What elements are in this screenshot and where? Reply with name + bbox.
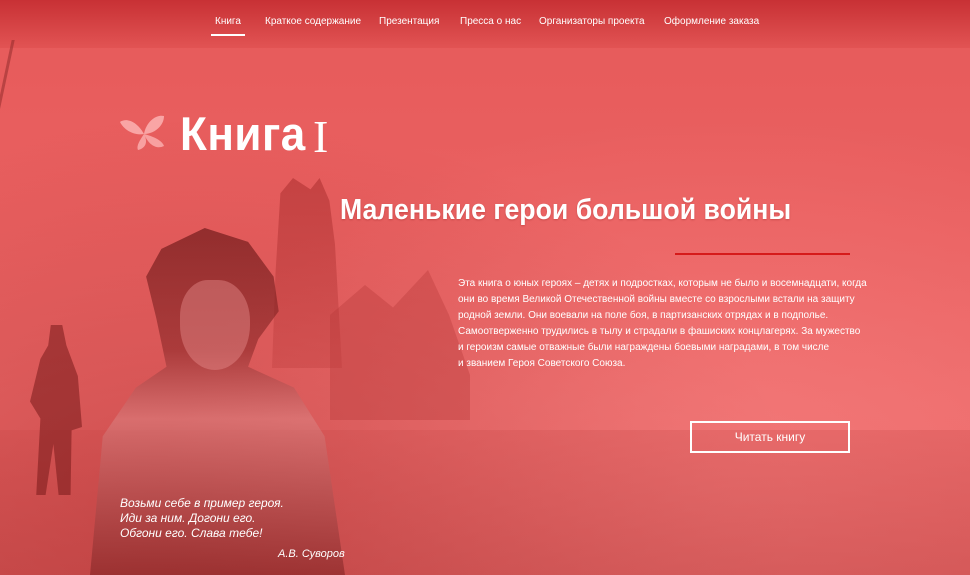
hero-page: Книга Краткое содержание Презентация Пре… [0,0,970,575]
description-line: Самоотверженно трудились в тылу и страда… [458,326,861,337]
read-book-button[interactable]: Читать книгу [690,421,850,453]
background-boy-face [180,280,250,370]
book-subtitle: Маленькие герои большой войны [340,194,792,226]
description-line: и героизм самые отважные были награждены… [458,342,830,353]
nav-item-presentation[interactable]: Презентация [379,16,439,27]
book-description: Эта книга о юных героях – детях и подрос… [458,276,867,372]
quote: Возьми себе в пример героя. Иди за ним. … [120,496,360,541]
accent-divider [675,253,850,255]
quote-line: Иди за ним. Догони его. [120,511,256,525]
description-line: родной земли. Они воевали на поле боя, в… [458,310,829,321]
description-line: и званием Героя Советского Союза. [458,358,626,369]
quote-line: Обгони его. Слава тебе! [120,526,263,540]
page-title: Книга [180,108,306,161]
background-ruin-tower [272,178,342,368]
background-tree [0,40,42,150]
leaf-icon [120,115,164,150]
description-line: они во время Великой Отечественной войны… [458,294,855,305]
nav-item-organizers[interactable]: Организаторы проекта [539,16,645,27]
nav-item-order[interactable]: Оформление заказа [664,16,759,27]
nav-item-press[interactable]: Пресса о нас [460,16,521,27]
page-title-numeral: I [313,111,329,162]
quote-author: А.В. Суворов [278,548,345,560]
main-nav: Книга Краткое содержание Презентация Пре… [0,16,970,36]
nav-item-book[interactable]: Книга [211,16,245,36]
background-ruins [330,270,470,420]
nav-item-summary[interactable]: Краткое содержание [265,16,361,27]
description-line: Эта книга о юных героях – детях и подрос… [458,278,867,289]
quote-line: Возьми себе в пример героя. [120,496,284,510]
